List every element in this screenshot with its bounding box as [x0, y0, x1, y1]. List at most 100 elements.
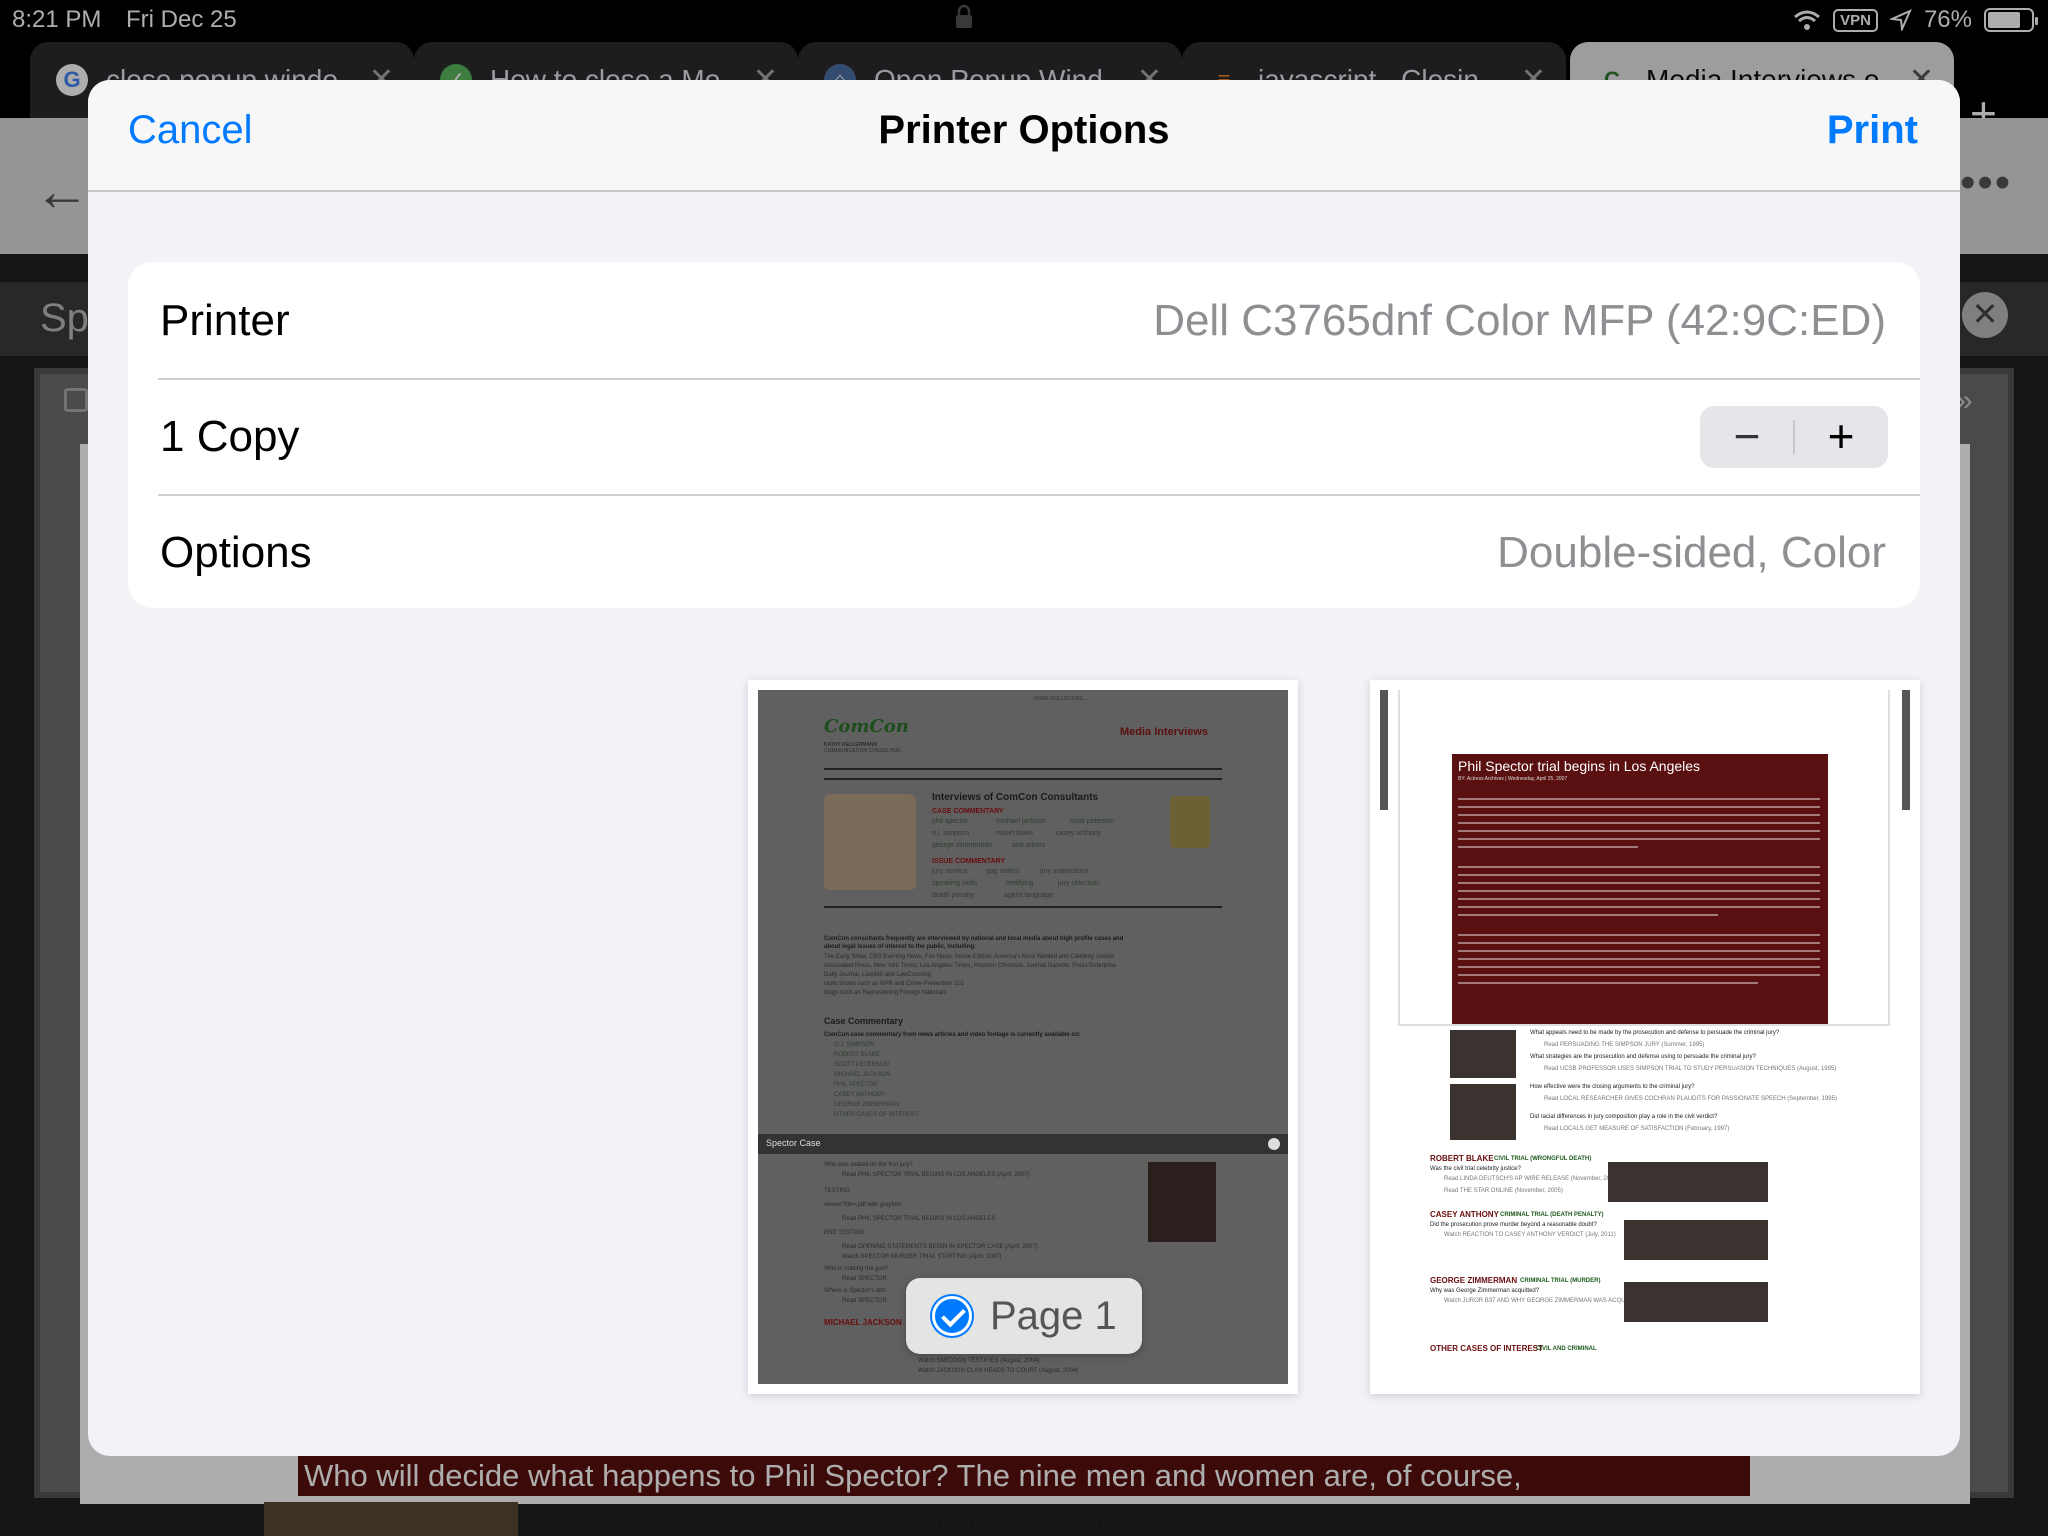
case-list-link[interactable]: GEORGE ZIMMERMAN	[834, 1102, 899, 1108]
case-list-link[interactable]: PHIL SPECTOR	[834, 1082, 878, 1088]
page-1-badge[interactable]: Page 1	[906, 1278, 1142, 1354]
page-badge-label: Page 1	[990, 1294, 1117, 1338]
question-text: What appeals need to be made by the pros…	[1530, 1030, 1780, 1036]
question-text: Did racial differences in jury compositi…	[1530, 1114, 1718, 1120]
case-list-link[interactable]: ROBERT BLAKE	[834, 1052, 880, 1058]
issue-link[interactable]: speaking skills	[932, 880, 977, 887]
case-link[interactable]: and others	[1012, 842, 1045, 849]
robert-blake-heading: ROBERT BLAKE	[1430, 1154, 1494, 1163]
text-line	[1458, 846, 1638, 848]
printer-value: Dell C3765dnf Color MFP (42:9C:ED)	[1153, 296, 1886, 345]
popup-line: END TESTING	[824, 1230, 865, 1236]
issue-link[interactable]: jury service	[932, 868, 967, 875]
issue-link[interactable]: jury instructions	[1040, 868, 1089, 875]
checkmark-circle-icon[interactable]	[932, 1296, 972, 1336]
popup-line: Who was seated on the first jury?	[824, 1162, 913, 1168]
case-link[interactable]: casey anthony	[1056, 830, 1101, 837]
text-line	[1458, 898, 1820, 900]
popup-line: Read SPECTOR	[842, 1276, 887, 1282]
issue-link[interactable]: death penalty	[932, 892, 974, 899]
case-link[interactable]: scott peterson	[1070, 818, 1114, 825]
case-link[interactable]: michael jackson	[996, 818, 1046, 825]
options-row[interactable]: Options Double-sided, Color	[128, 494, 1920, 610]
case-list-link[interactable]: CASEY ANTHONY	[834, 1092, 885, 1098]
case-link[interactable]: george zimmerman	[932, 842, 992, 849]
page-2-left-edge	[1380, 690, 1388, 810]
sheet-header: Cancel Printer Options Print	[88, 80, 1960, 192]
other-cases-heading: OTHER CASES OF INTEREST	[1430, 1344, 1543, 1353]
case-list-link[interactable]: MICHAEL JACKSON	[834, 1072, 890, 1078]
issue-link[interactable]: gag orders	[986, 868, 1019, 875]
media-interviews-header: Media Interviews	[1120, 726, 1209, 738]
issue-link[interactable]: ageist language	[1004, 892, 1053, 899]
case-commentary-heading: Case Commentary	[824, 1016, 904, 1026]
zimmerman-tag: CRIMINAL TRIAL (MURDER)	[1520, 1278, 1601, 1284]
text-line	[1458, 830, 1820, 832]
media-bullet: blogs such as Representing Foreign Natio…	[824, 990, 947, 996]
case-link[interactable]: o.j. simpson	[932, 830, 969, 837]
popup-line: Watch SNEDDON TESTIFIES (August, 2004)	[918, 1358, 1040, 1364]
print-button[interactable]: Print	[1827, 108, 1918, 153]
spector-photo	[1148, 1162, 1216, 1242]
case-commentary-intro: ComCon case commentary from news article…	[824, 1032, 1081, 1038]
casey-tag: CRIMINAL TRIAL (DEATH PENALTY)	[1500, 1212, 1604, 1218]
comcon-logo: ComCon	[824, 716, 909, 737]
text-line	[1458, 914, 1718, 916]
sheet-title: Printer Options	[878, 108, 1170, 152]
text-line	[1458, 942, 1820, 944]
article-title: Phil Spector trial begins in Los Angeles	[1458, 758, 1701, 774]
popup-title-bar: Spector Case	[758, 1134, 1288, 1154]
question-text: What strategies are the prosecution and …	[1530, 1054, 1756, 1060]
george-zimmerman-heading: GEORGE ZIMMERMAN	[1430, 1276, 1518, 1285]
popup-close-icon[interactable]	[1268, 1138, 1280, 1150]
article-link[interactable]: Read LOCAL RESEARCHER GIVES COCHRAN PLAU…	[1544, 1096, 1837, 1102]
simpson-photo	[1450, 1030, 1516, 1078]
printer-options-sheet: Cancel Printer Options Print Printer Del…	[88, 80, 1960, 1456]
copies-label: 1 Copy	[160, 412, 300, 461]
case-link[interactable]: phil spector	[932, 818, 968, 825]
question-text: How effective were the closing arguments…	[1530, 1084, 1695, 1090]
printer-label: Printer	[160, 296, 290, 345]
intro-text-2: about legal issues of interest to the pu…	[824, 944, 977, 950]
page-1-nav: HOME ROLLS/CONS ...	[1034, 696, 1089, 702]
people-illustration	[824, 794, 916, 890]
page-preview-2[interactable]: Phil Spector trial begins in Los Angeles…	[1370, 680, 1920, 1394]
text-line	[1458, 906, 1820, 908]
case-commentary-label: CASE COMMENTARY	[932, 808, 1004, 815]
popup-title: Spector Case	[766, 1138, 821, 1148]
copies-row: 1 Copy − +	[128, 378, 1920, 494]
issue-link[interactable]: jury selection	[1058, 880, 1099, 887]
article-link[interactable]: Read LOCALS GET MEASURE OF SATISFACTION …	[1544, 1126, 1729, 1132]
issue-link[interactable]: testifying	[1006, 880, 1034, 887]
article-link[interactable]: Read LINDA DEUTSCH'S AP WIRE RELEASE (No…	[1444, 1176, 1619, 1182]
article-link[interactable]: Read UCSB PROFESSOR USES SIMPSON TRIAL T…	[1544, 1066, 1836, 1072]
text-line	[1458, 950, 1820, 952]
page-2-right-edge	[1902, 690, 1910, 810]
options-label: Options	[160, 528, 312, 577]
simpson-photo	[1450, 1084, 1516, 1140]
media-bullet: Daily Journal, Law360 and LawCrossing	[824, 972, 932, 978]
case-link[interactable]: robert blake	[996, 830, 1033, 837]
text-line	[1458, 874, 1820, 876]
case-list-link[interactable]: OTHER CASES OF INTEREST	[834, 1112, 918, 1118]
copies-stepper[interactable]: − +	[1700, 406, 1888, 468]
casey-photos	[1624, 1220, 1768, 1260]
printer-settings-group: Printer Dell C3765dnf Color MFP (42:9C:E…	[128, 262, 1920, 608]
popup-line: Read PHIL SPECTOR TRIAL BEGINS IN LOS AN…	[842, 1172, 1030, 1178]
increment-button[interactable]: +	[1794, 406, 1888, 468]
text-line	[1458, 866, 1820, 868]
question-text: Was the civil trial celebrity justice?	[1430, 1166, 1521, 1172]
page-2-content: Phil Spector trial begins in Los Angeles…	[1380, 690, 1910, 1384]
article-link[interactable]: Read THE STAR ONLINE (November, 2005)	[1444, 1188, 1563, 1194]
article-link[interactable]: Read PERSUADING THE SIMPSON JURY (Summer…	[1544, 1042, 1704, 1048]
article-link[interactable]: Watch REACTION TO CASEY ANTHONY VERDICT …	[1444, 1232, 1616, 1238]
article-meta: BY: Actress Archives | Wednesday, April …	[1458, 776, 1568, 782]
case-list-link[interactable]: SCOTT PETERSON	[834, 1062, 889, 1068]
decrement-button[interactable]: −	[1700, 406, 1794, 468]
printer-row[interactable]: Printer Dell C3765dnf Color MFP (42:9C:E…	[128, 262, 1920, 378]
blake-photos	[1608, 1162, 1768, 1202]
article-box: Phil Spector trial begins in Los Angeles…	[1452, 754, 1828, 1024]
case-list-link[interactable]: O.J. SIMPSON	[834, 1042, 874, 1048]
popup-line: TESTING	[824, 1188, 851, 1194]
question-text: Why was George Zimmerman acquitted?	[1430, 1288, 1540, 1294]
